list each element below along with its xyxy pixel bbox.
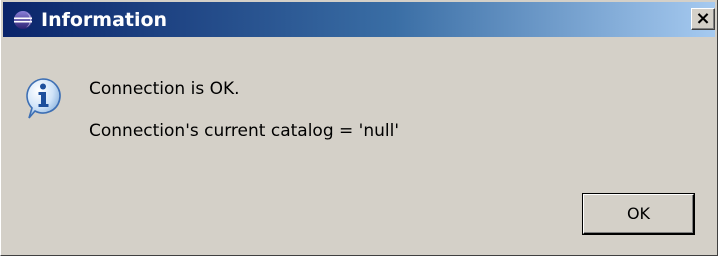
info-icon	[26, 78, 61, 119]
close-icon: ×	[695, 8, 711, 29]
message-line: Connection's current catalog = 'null'	[89, 121, 400, 141]
close-button[interactable]: ×	[691, 8, 715, 30]
title-bar[interactable]: Information ×	[3, 2, 715, 37]
message-line: Connection is OK.	[89, 79, 240, 99]
ok-button[interactable]: OK	[583, 194, 694, 234]
information-dialog: Information × Connection is OK. Connecti…	[0, 0, 718, 256]
eclipse-icon	[14, 11, 32, 29]
window-title: Information	[41, 9, 168, 31]
